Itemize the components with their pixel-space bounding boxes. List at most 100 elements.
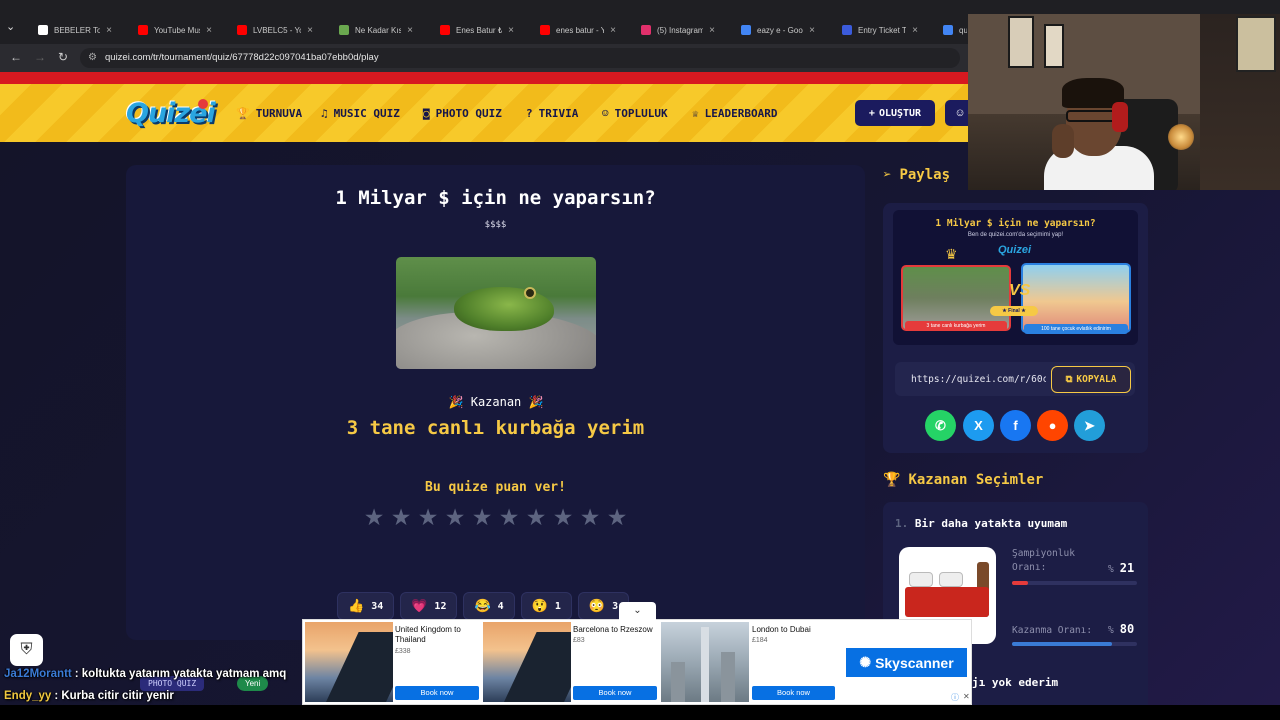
ad-book-button[interactable]: Book now — [573, 686, 657, 700]
star-icon[interactable]: ★ — [417, 505, 439, 529]
chat-user: Endy_yy — [4, 690, 52, 702]
tab-list-dropdown-icon[interactable]: ⌄ — [6, 20, 15, 33]
winner-item-title[interactable]: 1. Bir daha yatakta uyumam — [895, 517, 1067, 530]
close-tab-icon[interactable]: × — [809, 25, 815, 36]
reaction-count: 3 — [612, 600, 619, 612]
win-rate-label: Kazanma Oranı: — [1012, 625, 1093, 636]
copy-button[interactable]: ⧉ KOPYALA — [1051, 366, 1131, 393]
close-tab-icon[interactable]: × — [610, 25, 616, 36]
ad-collapse-button[interactable]: ⌄ — [619, 602, 656, 620]
star-icon[interactable]: ★ — [444, 505, 466, 529]
ad-image[interactable] — [305, 622, 393, 702]
shield-icon[interactable]: ⛨ — [10, 634, 43, 666]
reaction-emoji-icon: 💗 — [411, 598, 428, 614]
browser-tab[interactable]: Enes Batur ₺ × — [432, 18, 522, 42]
share-url-text[interactable]: https://quizei.com/r/60c — [911, 374, 1046, 385]
browser-tab[interactable]: LVBELC5 - You × — [229, 18, 321, 42]
nav-label: TOPLULUK — [614, 106, 668, 120]
nav-photo-quiz[interactable]: ◙ PHOTO QUIZ — [423, 103, 502, 123]
chat-text: : koltukta yatarım yatakta yatmam amq — [74, 668, 287, 680]
preview-title: 1 Milyar $ için ne yaparsın? — [935, 218, 1096, 229]
url-text: quizei.com/tr/tournament/quiz/67778d22c0… — [105, 52, 379, 63]
nav-turnuva[interactable]: 🏆 TURNUVA — [236, 103, 302, 123]
ad-image[interactable] — [483, 622, 571, 702]
facebook-icon[interactable]: f — [1000, 410, 1031, 441]
close-tab-icon[interactable]: × — [307, 25, 313, 36]
nav-music-quiz[interactable]: ♫ MUSIC QUIZ — [321, 103, 400, 123]
ad-title[interactable]: Barcelona to Rzeszow — [573, 625, 661, 635]
share-title-text: Paylaş — [899, 167, 951, 183]
rate-label: Bu quize puan ver! — [425, 480, 566, 495]
nav-label: LEADERBOARD — [704, 106, 778, 120]
close-tab-icon[interactable]: × — [508, 25, 514, 36]
tab-title: YouTube Music — [154, 25, 200, 35]
winner-item-number: 1. — [895, 517, 909, 530]
star-rating[interactable]: ★ ★ ★ ★ ★ ★ ★ ★ ★ ★ — [363, 505, 628, 529]
star-icon[interactable]: ★ — [471, 505, 493, 529]
url-input[interactable]: ⚙ quizei.com/tr/tournament/quiz/67778d22c… — [80, 48, 960, 68]
preview-logo: Quizei — [998, 244, 1032, 256]
browser-tab[interactable]: (5) Instagram × — [633, 18, 723, 42]
ad-close-icon[interactable]: ✕ — [963, 692, 970, 701]
reaction-emoji-icon: 👍 — [348, 598, 365, 614]
star-icon[interactable]: ★ — [606, 505, 628, 529]
browser-tab[interactable]: Entry Ticket Tic × — [834, 18, 926, 42]
browser-tab[interactable]: eazy e - Googl × — [733, 18, 823, 42]
ad-title[interactable]: United Kingdom to Thailand — [395, 625, 483, 644]
champ-rate-label: Şampiyonluk Oranı: — [1012, 548, 1075, 573]
tab-title: Entry Ticket Tic — [858, 25, 907, 35]
tab-title: LVBELC5 - You — [253, 25, 301, 35]
nav-topluluk[interactable]: ☺ TOPLULUK — [602, 103, 668, 123]
tab-favicon-icon — [38, 25, 48, 35]
ad-book-button[interactable]: Book now — [395, 686, 479, 700]
reaction-button[interactable]: 👍 34 — [337, 592, 395, 620]
skyscanner-logo[interactable]: ✺ Skyscanner — [846, 648, 967, 677]
champ-rate-number: 21 — [1119, 561, 1135, 575]
tab-favicon-icon — [741, 25, 751, 35]
winners-heading: 🏆 Kazanan Seçimler — [883, 472, 1043, 488]
browser-tab[interactable]: BEBELER Toplu × — [30, 18, 120, 42]
nav-leaderboard[interactable]: ♕ LEADERBOARD — [692, 103, 777, 123]
tab-favicon-icon — [339, 25, 349, 35]
browser-tab[interactable]: enes batur - Yo × — [532, 18, 624, 42]
nav-label: PHOTO QUIZ — [435, 106, 502, 120]
send-icon: ➢ — [883, 167, 892, 183]
reaction-button[interactable]: 😲 1 — [520, 592, 572, 620]
star-icon[interactable]: ★ — [363, 505, 385, 529]
winner-item-label: Bir daha yatakta uyumam — [914, 517, 1068, 530]
nav-trivia[interactable]: ? TRIVIA — [526, 103, 578, 123]
forward-icon[interactable]: → — [34, 50, 46, 64]
x-icon[interactable]: X — [963, 410, 994, 441]
chat-text: : Kurba citir citir yenir — [54, 690, 174, 702]
reaction-button[interactable]: 💗 12 — [400, 592, 458, 620]
ad-info-icon[interactable]: ⓘ — [951, 692, 959, 703]
telegram-icon[interactable]: ➤ — [1074, 410, 1105, 441]
close-tab-icon[interactable]: × — [709, 25, 715, 36]
star-icon[interactable]: ★ — [498, 505, 520, 529]
star-icon[interactable]: ★ — [525, 505, 547, 529]
close-tab-icon[interactable]: × — [206, 25, 212, 36]
reaction-button[interactable]: 😂 4 — [463, 592, 515, 620]
star-icon[interactable]: ★ — [390, 505, 412, 529]
close-tab-icon[interactable]: × — [407, 25, 413, 36]
browser-tab[interactable]: YouTube Music × — [130, 18, 220, 42]
ad-title[interactable]: London to Dubai — [752, 625, 840, 635]
browser-tab[interactable]: Ne Kadar Kıska × — [331, 18, 421, 42]
nav-label: TRIVIA — [538, 106, 579, 120]
star-icon[interactable]: ★ — [579, 505, 601, 529]
copy-label: KOPYALA — [1076, 374, 1117, 385]
site-info-icon[interactable]: ⚙ — [88, 48, 97, 68]
ad-book-button[interactable]: Book now — [752, 686, 835, 700]
close-tab-icon[interactable]: × — [106, 25, 112, 36]
reaction-emoji-icon: 😂 — [474, 598, 491, 614]
question-bubble-icon: ? — [526, 106, 533, 120]
tab-title: eazy e - Googl — [757, 25, 803, 35]
close-tab-icon[interactable]: × — [912, 25, 918, 36]
back-icon[interactable]: ← — [10, 50, 22, 64]
star-icon[interactable]: ★ — [552, 505, 574, 529]
create-button[interactable]: + OLUŞTUR — [855, 100, 935, 126]
reddit-icon[interactable]: ● — [1037, 410, 1068, 441]
reload-icon[interactable]: ↻ — [58, 50, 68, 64]
whatsapp-icon[interactable]: ✆ — [925, 410, 956, 441]
ad-image[interactable] — [661, 622, 749, 702]
